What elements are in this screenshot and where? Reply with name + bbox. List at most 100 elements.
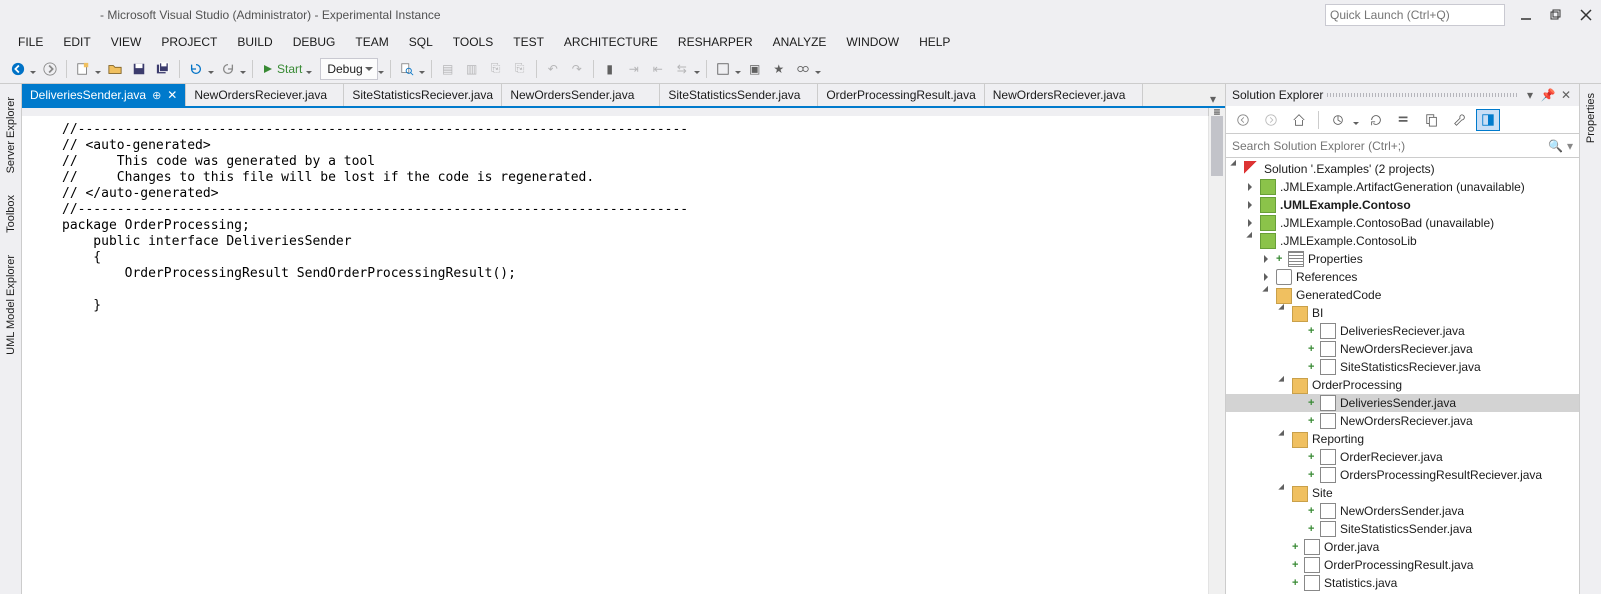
nav-forward-button[interactable] xyxy=(39,58,61,80)
nav-back-button[interactable] xyxy=(7,58,29,80)
side-tab-server-explorer[interactable]: Server Explorer xyxy=(2,88,20,182)
toolbar-button[interactable]: ▮ xyxy=(599,58,621,80)
sync-button[interactable] xyxy=(1326,109,1350,131)
preview-button[interactable] xyxy=(1476,109,1500,131)
back-button[interactable] xyxy=(1231,109,1255,131)
redo-button[interactable] xyxy=(217,58,239,80)
code-editor[interactable]: //--------------------------------------… xyxy=(22,116,1225,594)
expand-icon[interactable] xyxy=(1262,271,1274,283)
collapse-icon[interactable] xyxy=(1278,433,1290,445)
tree-item[interactable]: +SiteStatisticsSender.java xyxy=(1226,520,1579,538)
menu-resharper[interactable]: RESHARPER xyxy=(668,30,763,54)
doc-tab[interactable]: DeliveriesSender.java⊕✕ xyxy=(22,84,186,106)
collapse-icon[interactable] xyxy=(1278,487,1290,499)
toolbar-button[interactable]: ★ xyxy=(768,58,790,80)
tree-item[interactable]: +NewOrdersReciever.java xyxy=(1226,340,1579,358)
quick-launch-input[interactable] xyxy=(1330,8,1500,22)
pin-icon[interactable]: 📌 xyxy=(1541,88,1555,102)
doc-tab[interactable]: NewOrdersReciever.java xyxy=(985,84,1143,106)
toolbar-button[interactable]: ⇤ xyxy=(647,58,669,80)
window-menu-icon[interactable]: ▾ xyxy=(1523,88,1537,102)
toolbar-button[interactable]: ⇆ xyxy=(671,58,693,80)
menu-build[interactable]: BUILD xyxy=(227,30,282,54)
tree-item[interactable]: +DeliveriesSender.java xyxy=(1226,394,1579,412)
tree-item[interactable]: +Statistics.java xyxy=(1226,574,1579,592)
collapse-icon[interactable] xyxy=(1230,163,1242,175)
vertical-scrollbar[interactable] xyxy=(1208,116,1225,594)
doc-tab[interactable]: OrderProcessingResult.java xyxy=(818,84,984,106)
collapse-icon[interactable] xyxy=(1262,289,1274,301)
restore-button[interactable] xyxy=(1541,4,1571,26)
expand-icon[interactable] xyxy=(1246,181,1258,193)
toolbar-button[interactable] xyxy=(792,58,814,80)
tree-item[interactable]: OrderProcessing xyxy=(1226,376,1579,394)
open-file-button[interactable] xyxy=(104,58,126,80)
expand-icon[interactable] xyxy=(1262,253,1274,265)
pin-icon[interactable]: ⊕ xyxy=(152,89,161,102)
collapse-all-button[interactable] xyxy=(1392,109,1416,131)
split-handle[interactable]: ≡ xyxy=(1208,108,1225,116)
toolbar-button[interactable]: ▣ xyxy=(744,58,766,80)
tree-item[interactable]: +Properties xyxy=(1226,250,1579,268)
toolbar-button[interactable]: ⎘ xyxy=(485,58,507,80)
side-tab-uml-model-explorer[interactable]: UML Model Explorer xyxy=(2,246,20,364)
save-all-button[interactable] xyxy=(152,58,174,80)
menu-tools[interactable]: TOOLS xyxy=(443,30,503,54)
side-tab-toolbox[interactable]: Toolbox xyxy=(2,186,20,242)
tree-item[interactable]: Reporting xyxy=(1226,430,1579,448)
tree-item[interactable]: BI xyxy=(1226,304,1579,322)
doc-tab[interactable]: SiteStatisticsReciever.java xyxy=(344,84,502,106)
tree-item[interactable]: +NewOrdersSender.java xyxy=(1226,502,1579,520)
side-tab-properties[interactable]: Properties xyxy=(1582,84,1600,152)
scrollbar-thumb[interactable] xyxy=(1211,116,1223,176)
tree-item[interactable]: +SiteStatisticsReciever.java xyxy=(1226,358,1579,376)
tree-item[interactable]: References xyxy=(1226,268,1579,286)
collapse-icon[interactable] xyxy=(1278,379,1290,391)
forward-button[interactable] xyxy=(1259,109,1283,131)
menu-debug[interactable]: DEBUG xyxy=(283,30,346,54)
properties-button[interactable] xyxy=(1448,109,1472,131)
save-button[interactable] xyxy=(128,58,150,80)
find-in-files-button[interactable] xyxy=(396,58,418,80)
tree-item[interactable]: .JMLExample.ArtifactGeneration (unavaila… xyxy=(1226,178,1579,196)
start-debug-button[interactable]: Start xyxy=(257,62,320,76)
close-button[interactable] xyxy=(1571,4,1601,26)
tree-item[interactable]: +OrderProcessingResult.java xyxy=(1226,556,1579,574)
panel-header[interactable]: Solution Explorer ▾ 📌 ✕ xyxy=(1226,84,1579,106)
tree-item[interactable]: .JMLExample.ContosoLib xyxy=(1226,232,1579,250)
doc-tab[interactable]: NewOrdersSender.java xyxy=(502,84,660,106)
tab-overflow-button[interactable]: ▾ xyxy=(1201,92,1225,106)
uncomment-button[interactable]: ▥ xyxy=(461,58,483,80)
tree-item[interactable]: +Order.java xyxy=(1226,538,1579,556)
menu-project[interactable]: PROJECT xyxy=(151,30,227,54)
tree-item[interactable]: GeneratedCode xyxy=(1226,286,1579,304)
tree-item[interactable]: +OrderReciever.java xyxy=(1226,448,1579,466)
toolbar-button[interactable]: ⎘ xyxy=(509,58,531,80)
home-button[interactable] xyxy=(1287,109,1311,131)
tree-item[interactable]: +DeliveriesReciever.java xyxy=(1226,322,1579,340)
menu-window[interactable]: WINDOW xyxy=(836,30,909,54)
doc-tab[interactable]: NewOrdersReciever.java xyxy=(186,84,344,106)
new-project-button[interactable] xyxy=(72,58,94,80)
dropdown-icon[interactable]: ▾ xyxy=(1567,139,1573,153)
tree-item[interactable]: Solution '.Examples' (2 projects) xyxy=(1226,160,1579,178)
toolbar-button[interactable]: ⇥ xyxy=(623,58,645,80)
menu-file[interactable]: FILE xyxy=(8,30,53,54)
doc-tab[interactable]: SiteStatisticsSender.java xyxy=(660,84,818,106)
quick-launch[interactable] xyxy=(1325,4,1505,26)
menu-view[interactable]: VIEW xyxy=(101,30,152,54)
menu-test[interactable]: TEST xyxy=(503,30,554,54)
toolbar-button[interactable] xyxy=(712,58,734,80)
tree-item[interactable]: Site xyxy=(1226,484,1579,502)
toolbar-button[interactable]: ↷ xyxy=(566,58,588,80)
solution-explorer-search[interactable]: 🔍 ▾ xyxy=(1226,134,1579,158)
show-all-files-button[interactable] xyxy=(1420,109,1444,131)
tree-item[interactable]: .UMLExample.Contoso xyxy=(1226,196,1579,214)
minimize-button[interactable] xyxy=(1511,4,1541,26)
expand-icon[interactable] xyxy=(1246,217,1258,229)
collapse-icon[interactable] xyxy=(1278,307,1290,319)
refresh-button[interactable] xyxy=(1364,109,1388,131)
toolbar-button[interactable]: ↶ xyxy=(542,58,564,80)
solution-explorer-search-input[interactable] xyxy=(1232,139,1548,153)
menu-analyze[interactable]: ANALYZE xyxy=(763,30,837,54)
